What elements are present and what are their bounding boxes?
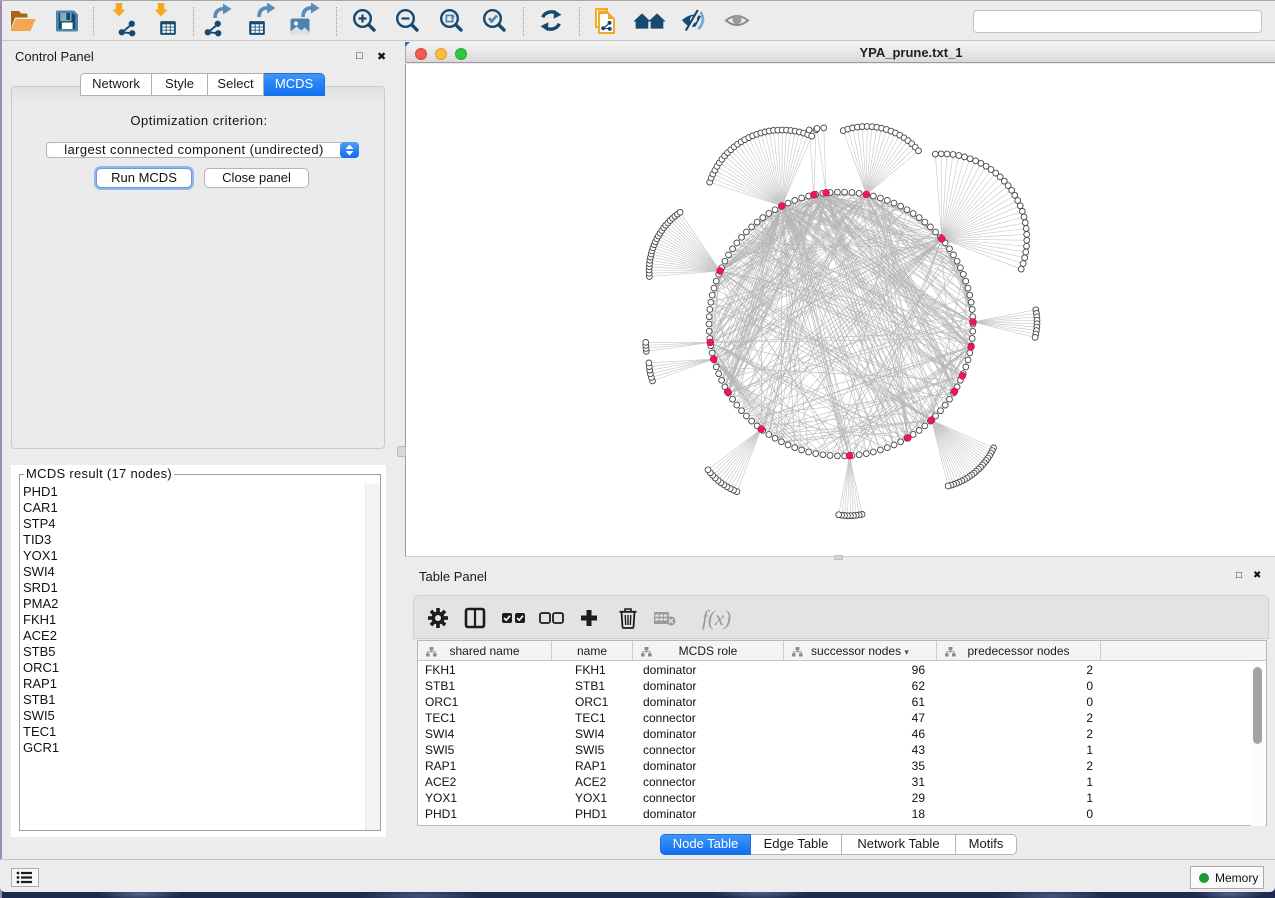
svg-text:f(x): f(x) bbox=[702, 606, 731, 630]
